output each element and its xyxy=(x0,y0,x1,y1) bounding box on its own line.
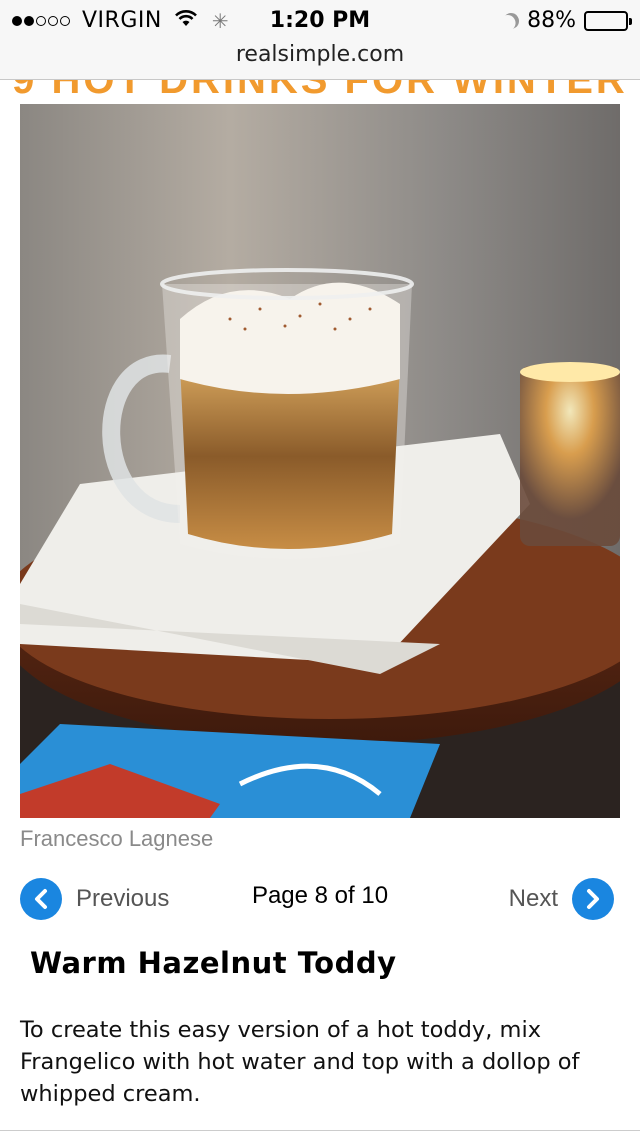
drink-photo xyxy=(20,104,620,818)
address-bar[interactable]: realsimple.com xyxy=(0,40,640,80)
battery-icon xyxy=(584,10,632,31)
drink-title: Warm Hazelnut Toddy xyxy=(30,946,397,980)
status-bar: VIRGIN ✳ 1:20 PM 88% xyxy=(0,0,640,40)
divider xyxy=(0,1130,640,1131)
chevron-right-icon[interactable] xyxy=(572,878,614,920)
battery-percent: 88% xyxy=(527,8,576,33)
next-button[interactable]: Next xyxy=(509,878,614,920)
article-header: 9 HOT DRINKS FOR WINTER xyxy=(0,80,640,102)
article-header-title: 9 HOT DRINKS FOR WINTER xyxy=(12,80,628,102)
do-not-disturb-moon-icon xyxy=(500,10,522,32)
drink-description: To create this easy version of a hot tod… xyxy=(20,1017,580,1107)
photo-credit: Francesco Lagnese xyxy=(20,826,214,851)
url-domain[interactable]: realsimple.com xyxy=(236,42,404,67)
slideshow-pager: Previous Page 8 of 10 Next xyxy=(0,870,640,930)
status-right: 88% xyxy=(500,8,632,33)
next-label[interactable]: Next xyxy=(509,885,558,913)
